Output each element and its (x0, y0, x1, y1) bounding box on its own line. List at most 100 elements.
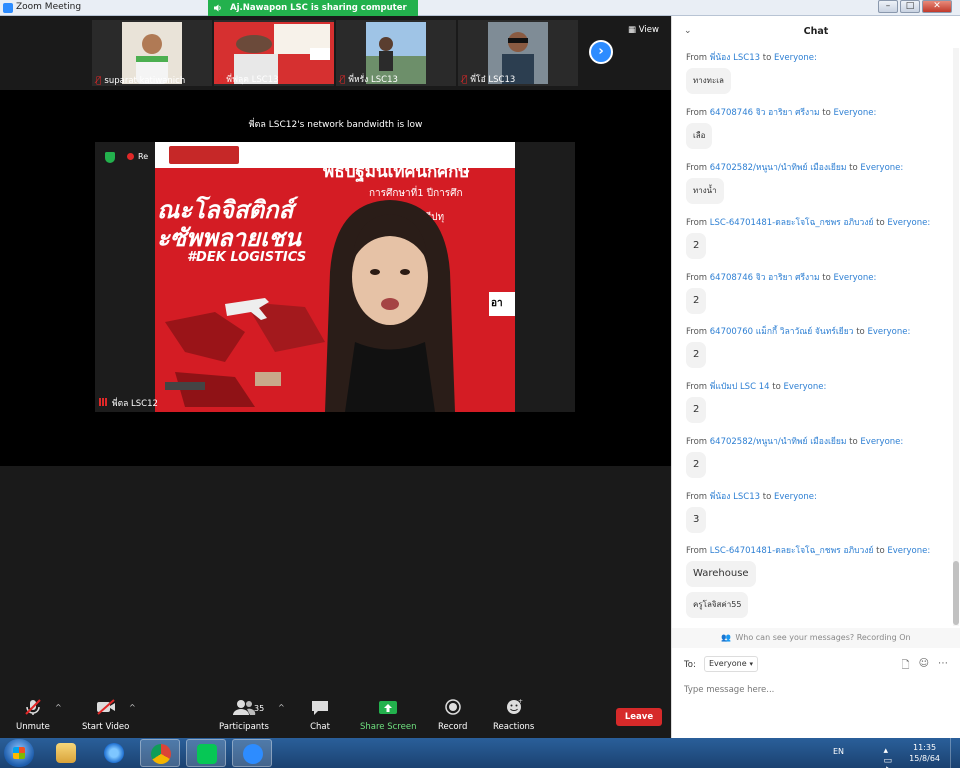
sender-name[interactable]: 64708746 จิว อาริยา ศรีงาม (710, 108, 820, 118)
view-button[interactable]: ▦ View (628, 25, 659, 35)
weak-signal-icon (99, 398, 109, 406)
share-screen-button[interactable]: Share Screen (360, 698, 416, 732)
record-label: Record (438, 722, 468, 732)
taskbar-internet-explorer[interactable] (94, 739, 134, 767)
unmute-label: Unmute (16, 722, 50, 732)
sender-name[interactable]: พี่น้อง LSC13 (710, 492, 760, 502)
participant-thumbnail[interactable]: 🎙̸ พี่หรั่ง LSC13 (336, 20, 456, 86)
chat-message-input[interactable] (684, 682, 944, 698)
recipient-dropdown[interactable]: Everyone ▾ (704, 656, 758, 672)
muted-mic-icon: 🎙̸ (462, 75, 468, 85)
minimize-button[interactable]: – (878, 0, 898, 13)
message-bubble[interactable]: ทางน้ำ (686, 178, 724, 204)
taskbar-zoom[interactable] (232, 739, 272, 767)
start-button[interactable] (4, 739, 34, 767)
audio-options-caret-icon[interactable]: ^ (55, 703, 62, 712)
language-indicator[interactable]: EN (833, 747, 844, 756)
zoom-meeting-window: Zoom Meeting Aj.Nawapon LSC is sharing c… (0, 0, 960, 768)
participant-video (122, 22, 182, 84)
leave-meeting-button[interactable]: Leave (616, 708, 662, 726)
chat-button[interactable]: Chat (310, 698, 330, 732)
taskbar-chrome[interactable] (140, 739, 180, 767)
start-video-button[interactable]: Start Video (82, 698, 129, 732)
message-header: From พี่น้อง LSC13 to Everyone: (686, 492, 817, 502)
video-area: 🎙̸ suparat katiwanich 🎙̸ พี่ฟลุค LSC13 🎙̸ พ… (0, 16, 671, 738)
next-page-button[interactable]: › (589, 40, 613, 64)
zoom-logo-icon (3, 3, 13, 13)
message-bubble[interactable]: 2 (686, 452, 707, 478)
participant-thumbnail[interactable]: 🎙̸ พี่ฟลุค LSC13 (214, 20, 334, 86)
people-icon: 👥 (721, 633, 732, 642)
message-header: From 64702582/หนูนา/นำทิพย์ เมืองเยียม t… (686, 437, 904, 447)
university-logo (169, 146, 239, 164)
presenter-video (325, 200, 455, 412)
message-bubble[interactable]: 2 (686, 397, 707, 423)
share-screen-icon (379, 701, 398, 714)
record-button[interactable]: Record (438, 698, 467, 732)
meeting-controls-toolbar: Unmute ^ Start Video ^ Participants 35 ^… (0, 690, 671, 738)
message-bubble[interactable]: Warehouse (686, 561, 756, 587)
message-bubble[interactable]: 2 (686, 233, 707, 259)
message-header: From 64700760 แม็กกี้ วิลาวัณย์ จันทร์เย… (686, 327, 911, 337)
message-header: From 64708746 จิว อาริยา ศรีงาม to Every… (686, 108, 877, 118)
sender-name[interactable]: พี่แป๋มป LSC 14 (710, 382, 770, 392)
chat-scrollbar-thumb[interactable] (953, 561, 959, 625)
chat-compose-area: To: Everyone ▾ 🗋 ☺ ⋯ (672, 648, 960, 738)
message-header: From 64708746 จิว อาริยา ศรีงาม to Every… (686, 273, 877, 283)
line-app-icon (197, 744, 217, 764)
participant-thumbnail[interactable]: 🎙̸ suparat katiwanich (92, 20, 212, 86)
muted-microphone-icon (25, 699, 41, 715)
video-options-caret-icon[interactable]: ^ (129, 703, 136, 712)
sender-name[interactable]: 64702582/หนูนา/นำทิพย์ เมืองเยียม (710, 437, 847, 447)
view-label: View (638, 25, 659, 35)
privacy-notice[interactable]: 👥 Who can see your messages? Recording On (672, 628, 960, 648)
clock-date: 15/8/64 (909, 754, 940, 763)
message-bubble[interactable]: 3 (686, 507, 707, 533)
sender-name[interactable]: LSC-64701481-ดลยะโจโฉ_กชพร อภิบวงย์ (710, 546, 874, 556)
share-banner[interactable]: Aj.Nawapon LSC is sharing computer sound (208, 0, 418, 29)
clock[interactable]: 11:35 15/8/64 (909, 742, 940, 764)
participants-caret-icon[interactable]: ^ (278, 703, 285, 712)
unmute-button[interactable]: Unmute (16, 698, 50, 732)
encryption-shield-icon[interactable] (105, 152, 115, 163)
sender-name[interactable]: 64708746 จิว อาริยา ศรีงาม (710, 273, 820, 283)
reactions-button[interactable]: + Reactions (493, 698, 534, 732)
emoji-icon[interactable]: ☺ (919, 658, 929, 675)
emoji-smile-icon: + (506, 698, 523, 714)
message-header: From พี่แป๋มป LSC 14 to Everyone: (686, 382, 827, 392)
taskbar-explorer[interactable] (46, 739, 86, 767)
participant-thumbnail[interactable]: 🎙̸ พี่โอ๋ LSC13 (458, 20, 578, 86)
chat-label: Chat (310, 722, 330, 732)
maximize-button[interactable]: □ (900, 0, 920, 13)
message-bubble[interactable]: 2 (686, 342, 707, 368)
start-video-label: Start Video (82, 722, 130, 732)
sender-name[interactable]: 64702582/หนูนา/นำทิพย์ เมืองเยียม (710, 163, 847, 173)
sender-name[interactable]: พี่น้อง LSC13 (710, 53, 760, 63)
chat-scrollbar-track[interactable] (953, 48, 959, 626)
clock-time: 11:35 (913, 743, 937, 752)
message-bubble[interactable]: ครูโลจิสค่า55 (686, 592, 749, 618)
file-attach-icon[interactable]: 🗋 (902, 658, 910, 675)
active-speaker-video[interactable]: Re พิธีปฐมนิเทศนักศึกษ การศึกษาที่1 ปีกา… (95, 142, 575, 412)
tray-icons[interactable]: ▴ ▭ ♪ (884, 746, 897, 768)
show-desktop-button[interactable] (950, 738, 960, 768)
message-bubble[interactable]: 2 (686, 288, 707, 314)
participant-label: 🎙̸ พี่หรั่ง LSC13 (340, 72, 398, 86)
more-options-icon[interactable]: ⋯ (938, 658, 948, 675)
record-icon (444, 699, 461, 715)
muted-mic-icon: 🎙̸ (96, 76, 102, 86)
bandwidth-warning: พี่ตล LSC12's network bandwidth is low (248, 120, 423, 130)
active-speaker-stage: พี่ตล LSC12's network bandwidth is low R… (0, 90, 671, 466)
message-bubble[interactable]: ทางทะเล (686, 68, 731, 94)
message-bubble[interactable]: เลือ (686, 123, 713, 149)
taskbar-line[interactable] (186, 739, 226, 767)
participant-name: พี่ฟลุค LSC13 (226, 75, 279, 85)
sender-name[interactable]: LSC-64701481-ดลยะโจโฉ_กชพร อภิบวงย์ (710, 218, 874, 228)
internet-explorer-icon (104, 743, 124, 763)
chat-message-list[interactable]: From พี่น้อง LSC13 to Everyone: ทางทะเล … (672, 48, 952, 626)
close-button[interactable]: ✕ (922, 0, 952, 13)
recording-indicator[interactable]: Re (127, 152, 148, 161)
zoom-app-icon (243, 744, 263, 764)
speaker-icon (214, 4, 221, 12)
sender-name[interactable]: 64700760 แม็กกี้ วิลาวัณย์ จันทร์เยียว (710, 327, 854, 337)
